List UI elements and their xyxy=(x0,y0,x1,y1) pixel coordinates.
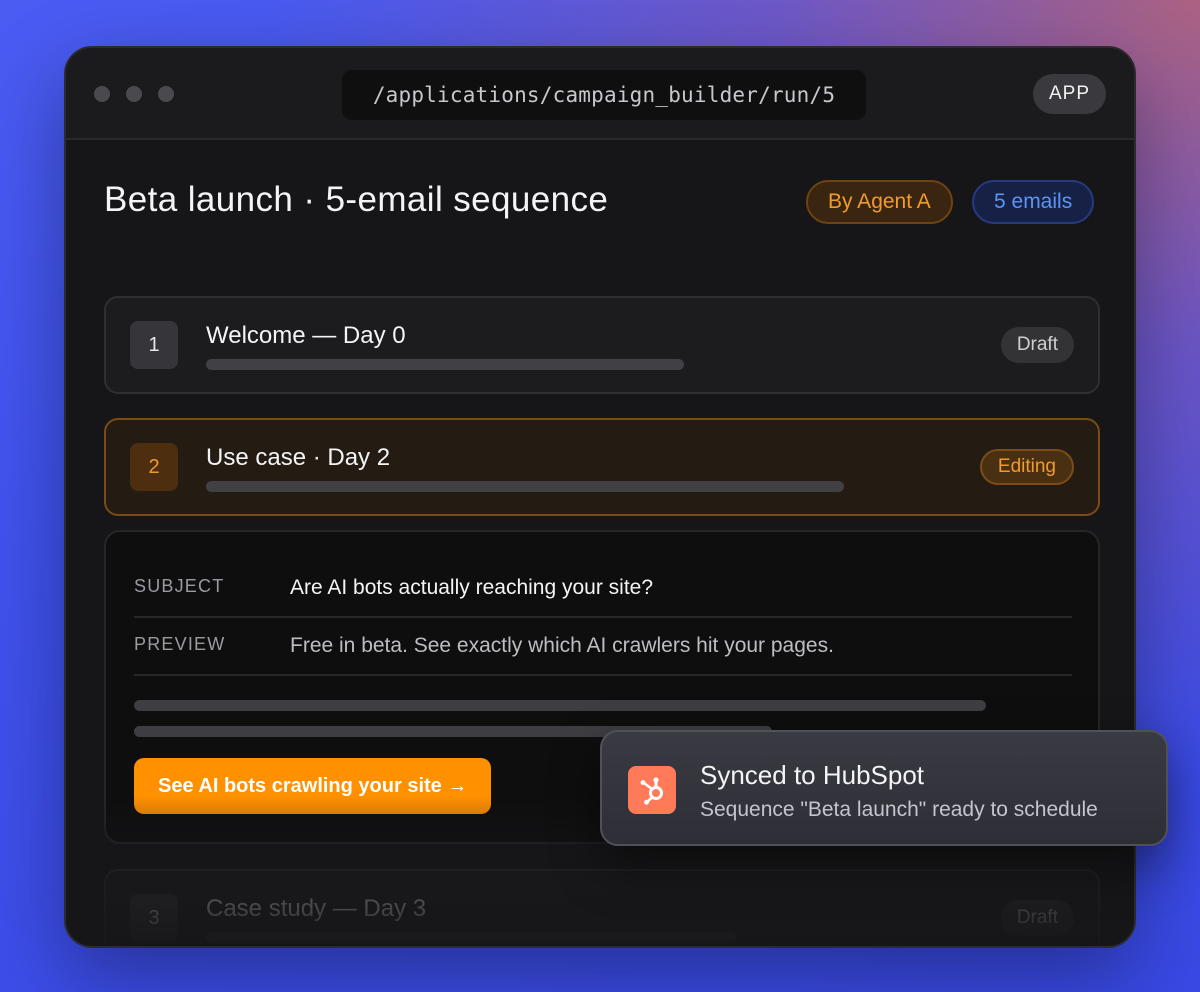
email-title: Use case · Day 2 xyxy=(206,444,391,471)
email-number: 3 xyxy=(130,894,178,942)
preview-row: PREVIEW Free in beta. See exactly which … xyxy=(134,618,1072,676)
status-badge: Draft xyxy=(1000,327,1074,363)
page-title: Beta launch · 5-email sequence xyxy=(104,180,609,219)
email-placeholder-bar xyxy=(206,932,736,943)
email-number: 1 xyxy=(130,321,178,369)
subject-row: SUBJECT Are AI bots actually reaching yo… xyxy=(134,560,1072,618)
agent-pill: By Agent A xyxy=(806,180,953,224)
email-placeholder-bar xyxy=(206,359,684,370)
cta-button[interactable]: See AI bots crawling your site → xyxy=(134,758,492,814)
email-title: Welcome — Day 0 xyxy=(206,322,406,349)
email-count-pill: 5 emails xyxy=(972,180,1095,224)
email-number: 2 xyxy=(130,443,178,491)
email-title: Case study — Day 3 xyxy=(206,895,427,922)
toast-message: Sequence "Beta launch" ready to schedule xyxy=(700,798,1098,821)
minimize-window-dot[interactable] xyxy=(126,86,142,102)
app-badge: APP xyxy=(1032,74,1106,114)
body-placeholder-bar xyxy=(134,700,986,711)
status-badge: Draft xyxy=(1000,900,1074,936)
subject-field[interactable]: Are AI bots actually reaching your site? xyxy=(290,576,653,600)
sync-toast[interactable]: Synced to HubSpot Sequence "Beta launch"… xyxy=(600,730,1168,846)
status-badge: Editing xyxy=(979,449,1074,485)
close-window-dot[interactable] xyxy=(94,86,110,102)
email-card-3[interactable]: 3 Case study — Day 3 Draft xyxy=(104,869,1100,946)
hubspot-icon xyxy=(628,766,676,814)
email-card-1[interactable]: 1 Welcome — Day 0 Draft xyxy=(104,296,1100,394)
toast-title: Synced to HubSpot xyxy=(700,760,925,790)
maximize-window-dot[interactable] xyxy=(158,86,174,102)
title-bar: /applications/campaign_builder/run/5 APP xyxy=(66,48,1134,140)
email-placeholder-bar xyxy=(206,481,844,492)
url-bar[interactable]: /applications/campaign_builder/run/5 xyxy=(342,70,866,120)
email-card-2[interactable]: 2 Use case · Day 2 Editing xyxy=(104,418,1100,516)
preview-label: PREVIEW xyxy=(134,634,226,654)
subject-label: SUBJECT xyxy=(134,576,225,596)
preview-field[interactable]: Free in beta. See exactly which AI crawl… xyxy=(290,634,834,658)
